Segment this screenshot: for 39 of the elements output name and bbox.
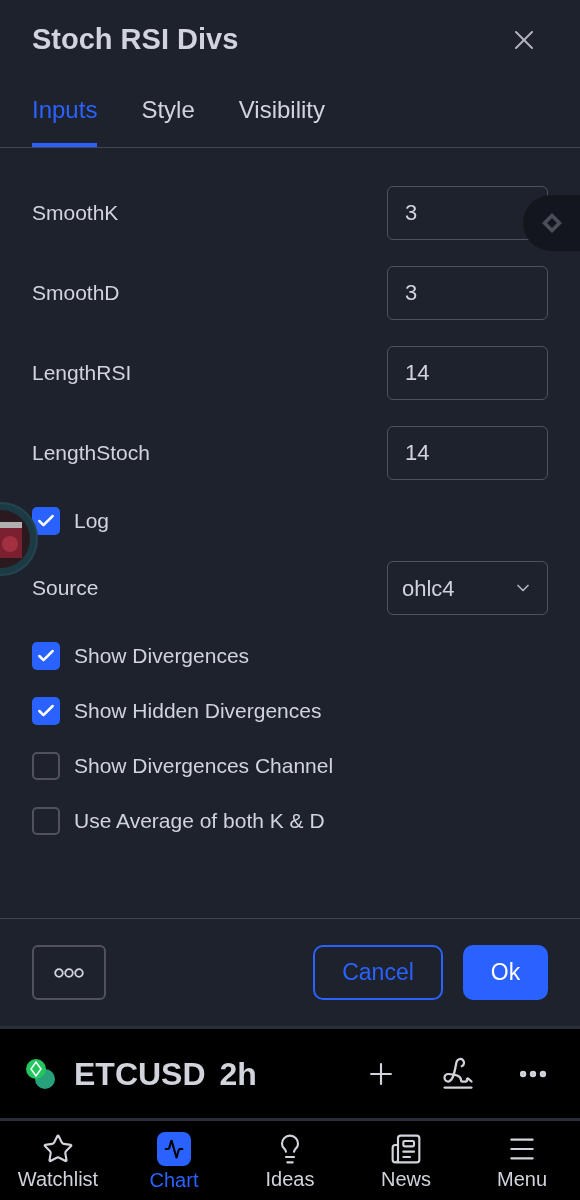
checkbox-label: Log bbox=[74, 507, 110, 534]
more-button[interactable] bbox=[32, 945, 106, 1000]
coin-icon bbox=[24, 1056, 56, 1091]
nav-tab[interactable]: Ideas bbox=[242, 1132, 338, 1189]
symbol-name[interactable]: ETCUSD bbox=[74, 1049, 206, 1098]
nav-tab[interactable]: News bbox=[358, 1132, 454, 1189]
tab[interactable]: Style bbox=[141, 80, 195, 147]
field-label: LengthStoch bbox=[32, 440, 150, 467]
checkbox[interactable] bbox=[32, 641, 60, 670]
checkbox-label: Show Hidden Divergences bbox=[74, 697, 322, 724]
field-label: Source bbox=[32, 575, 99, 602]
checkbox-label: Use Average of both K & D bbox=[74, 807, 325, 834]
number-field[interactable]: 3 bbox=[387, 186, 548, 240]
field-label: SmoothD bbox=[32, 280, 120, 307]
checkbox[interactable] bbox=[32, 806, 60, 835]
newspaper-icon bbox=[390, 1132, 422, 1165]
number-field[interactable]: 14 bbox=[387, 426, 548, 480]
dialog-title: Stoch RSI Divs bbox=[32, 22, 239, 58]
interval-label[interactable]: 2h bbox=[219, 1049, 257, 1098]
nav-tab[interactable]: Menu bbox=[474, 1132, 570, 1189]
checkbox[interactable] bbox=[32, 506, 60, 535]
source-dropdown[interactable]: ohlc4 bbox=[387, 561, 548, 615]
checkbox[interactable] bbox=[32, 751, 60, 780]
checkbox-label: Show Divergences Channel bbox=[74, 752, 334, 779]
nav-tab[interactable]: Chart bbox=[126, 1131, 222, 1190]
chart-icon bbox=[157, 1131, 191, 1166]
checkbox[interactable] bbox=[32, 696, 60, 725]
number-field[interactable]: 14 bbox=[387, 346, 548, 400]
diamond-icon bbox=[540, 212, 563, 234]
pen-icon[interactable] bbox=[440, 1055, 476, 1092]
more-icon bbox=[54, 967, 84, 978]
field-label: SmoothK bbox=[32, 200, 119, 227]
tab[interactable]: Visibility bbox=[238, 80, 325, 147]
nav-tab[interactable]: Watchlist bbox=[10, 1132, 106, 1189]
ok-button[interactable]: Ok bbox=[463, 945, 548, 1000]
number-field[interactable]: 3 bbox=[387, 266, 548, 320]
field-label: LengthRSI bbox=[32, 360, 132, 387]
checkbox-label: Show Divergences bbox=[74, 642, 250, 669]
star-icon bbox=[42, 1132, 74, 1165]
